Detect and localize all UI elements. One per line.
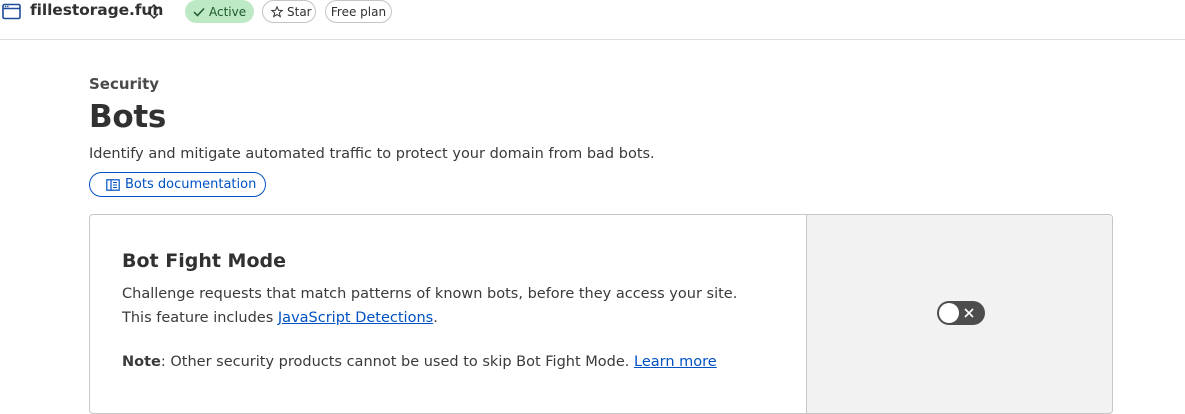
card-note: Note: Other security products cannot be …: [122, 354, 717, 370]
note-label: Note: [122, 354, 161, 370]
bots-documentation-button[interactable]: Bots documentation: [89, 172, 266, 197]
star-button[interactable]: Star: [262, 0, 316, 23]
close-icon: [964, 308, 974, 318]
site-name[interactable]: fillestorage.fun: [30, 1, 163, 19]
card-title: Bot Fight Mode: [122, 250, 286, 272]
chevron-up-down-icon[interactable]: [147, 3, 161, 20]
bots-documentation-label: Bots documentation: [125, 177, 257, 192]
plan-label: Free plan: [330, 4, 387, 19]
card-toggle-panel: [806, 215, 1112, 413]
breadcrumb: Security: [89, 75, 160, 93]
page-title: Bots: [89, 99, 166, 135]
star-icon: [271, 5, 283, 18]
star-label: Star: [287, 4, 312, 19]
description-suffix: .: [433, 310, 438, 326]
bot-fight-mode-card: Bot Fight Mode Challenge requests that m…: [89, 214, 1113, 414]
toggle-knob: [939, 303, 959, 323]
learn-more-link[interactable]: Learn more: [634, 354, 717, 370]
plan-badge[interactable]: Free plan: [325, 0, 392, 23]
checkmark-icon: [193, 7, 205, 17]
card-description: Challenge requests that match patterns o…: [122, 282, 762, 330]
note-text: : Other security products cannot be used…: [160, 354, 635, 370]
page-description: Identify and mitigate automated traffic …: [89, 146, 655, 162]
javascript-detections-link[interactable]: JavaScript Detections: [278, 310, 433, 326]
browser-window-icon: [2, 3, 21, 20]
bot-fight-mode-toggle[interactable]: [937, 301, 985, 325]
status-label: Active: [209, 4, 247, 19]
status-badge: Active: [185, 0, 254, 23]
book-icon: [106, 178, 120, 191]
top-bar: fillestorage.fun Active Star Free plan: [0, 0, 1185, 40]
